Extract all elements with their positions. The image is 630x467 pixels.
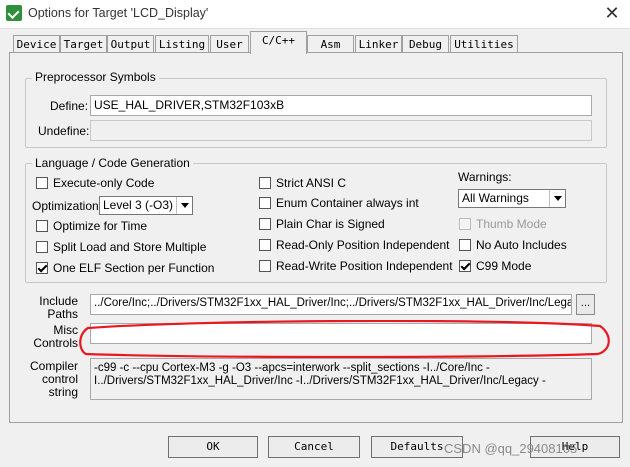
window-title: Options for Target 'LCD_Display' bbox=[28, 6, 209, 20]
execute-only-checkbox[interactable] bbox=[36, 177, 48, 189]
tab-c-cpp[interactable]: C/C++ bbox=[250, 31, 307, 54]
define-label: Define: bbox=[50, 99, 89, 113]
one-elf-checkbox[interactable] bbox=[36, 262, 48, 274]
chevron-down-icon bbox=[549, 190, 565, 207]
optimization-value: Level 3 (-O3) bbox=[103, 198, 174, 212]
split-load-checkbox[interactable] bbox=[36, 241, 48, 253]
close-icon[interactable]: ✕ bbox=[602, 3, 622, 23]
watermark: CSDN @qq_29408105 bbox=[444, 441, 578, 456]
rw-pi-checkbox[interactable] bbox=[259, 260, 271, 272]
define-input[interactable]: USE_HAL_DRIVER,STM32F103xB bbox=[90, 95, 592, 116]
plain-char-label: Plain Char is Signed bbox=[276, 217, 385, 231]
plain-char-checkbox[interactable] bbox=[259, 218, 271, 230]
include-paths-label: Include Paths bbox=[30, 295, 78, 321]
tab-utilities[interactable]: Utilities bbox=[450, 35, 518, 53]
misc-controls-input[interactable] bbox=[90, 323, 592, 344]
app-icon bbox=[6, 5, 22, 21]
tab-device[interactable]: Device bbox=[13, 35, 60, 53]
no-auto-includes-label: No Auto Includes bbox=[476, 238, 567, 252]
no-auto-includes-checkbox[interactable] bbox=[459, 239, 471, 251]
warnings-value: All Warnings bbox=[462, 191, 529, 205]
language-legend: Language / Code Generation bbox=[32, 156, 193, 170]
ro-pi-checkbox[interactable] bbox=[259, 239, 271, 251]
strict-ansi-checkbox[interactable] bbox=[259, 177, 271, 189]
tab-output[interactable]: Output bbox=[107, 35, 154, 53]
rw-pi-label: Read-Write Position Independent bbox=[276, 259, 453, 273]
c99-mode-label: C99 Mode bbox=[476, 259, 532, 273]
include-paths-browse-button[interactable]: ... bbox=[576, 294, 595, 315]
ro-pi-label: Read-Only Position Independent bbox=[276, 238, 450, 252]
tab-user[interactable]: User bbox=[210, 35, 249, 53]
optimization-select[interactable]: Level 3 (-O3) bbox=[99, 196, 193, 215]
tab-target[interactable]: Target bbox=[60, 35, 107, 53]
optimization-label: Optimization: bbox=[32, 199, 103, 213]
tab-listing[interactable]: Listing bbox=[155, 35, 209, 53]
tab-linker[interactable]: Linker bbox=[355, 35, 402, 53]
misc-controls-label: Misc Controls bbox=[30, 324, 78, 350]
preprocessor-legend: Preprocessor Symbols bbox=[32, 70, 159, 84]
tab-asm[interactable]: Asm bbox=[307, 35, 354, 53]
thumb-mode-checkbox[interactable] bbox=[459, 218, 471, 230]
compiler-control-label: Compiler control string bbox=[30, 360, 78, 399]
split-load-label: Split Load and Store Multiple bbox=[53, 240, 207, 254]
tab-debug[interactable]: Debug bbox=[402, 35, 449, 53]
enum-container-label: Enum Container always int bbox=[276, 196, 419, 210]
chevron-down-icon bbox=[176, 197, 192, 214]
strict-ansi-label: Strict ANSI C bbox=[276, 176, 347, 190]
c99-mode-checkbox[interactable] bbox=[459, 260, 471, 272]
undefine-input[interactable] bbox=[90, 120, 592, 141]
optimize-time-checkbox[interactable] bbox=[36, 220, 48, 232]
execute-only-label: Execute-only Code bbox=[53, 176, 155, 190]
one-elf-label: One ELF Section per Function bbox=[53, 261, 215, 275]
compiler-control-line1: -c99 -c --cpu Cortex-M3 -g -O3 --apcs=in… bbox=[94, 362, 490, 374]
misc-controls-label-line2: Controls bbox=[33, 336, 78, 350]
thumb-mode-label: Thumb Mode bbox=[476, 217, 547, 231]
include-paths-input[interactable]: ../Core/Inc;../Drivers/STM32F1xx_HAL_Dri… bbox=[90, 294, 572, 315]
undefine-label: Undefine: bbox=[38, 124, 90, 138]
compiler-control-label-line3: string bbox=[48, 385, 78, 399]
enum-container-checkbox[interactable] bbox=[259, 197, 271, 209]
warnings-select[interactable]: All Warnings bbox=[458, 189, 566, 208]
optimize-time-label: Optimize for Time bbox=[53, 219, 148, 233]
compiler-control-string: -c99 -c --cpu Cortex-M3 -g -O3 --apcs=in… bbox=[90, 358, 592, 400]
ok-button[interactable]: OK bbox=[168, 436, 258, 458]
compiler-control-line2: I../Drivers/STM32F1xx_HAL_Driver/Inc -I.… bbox=[94, 375, 546, 387]
cancel-button[interactable]: Cancel bbox=[268, 436, 360, 458]
warnings-label: Warnings: bbox=[458, 170, 512, 184]
include-paths-label-line2: Paths bbox=[47, 307, 78, 321]
